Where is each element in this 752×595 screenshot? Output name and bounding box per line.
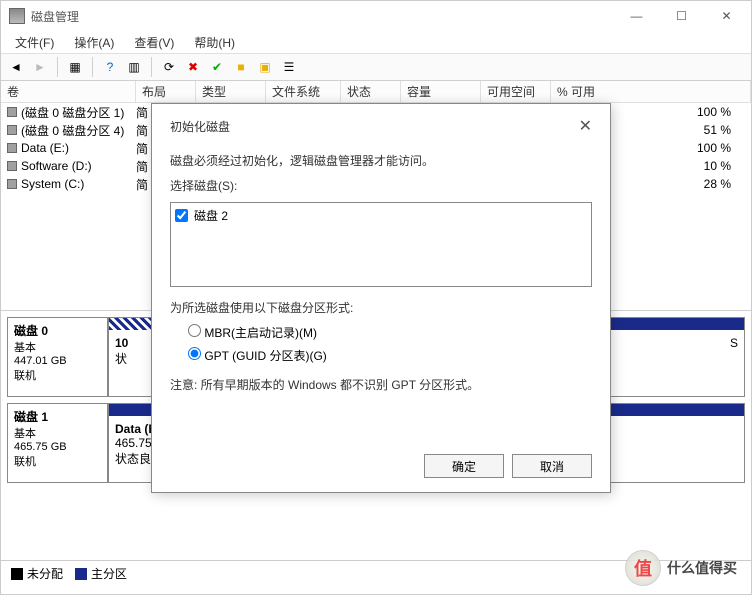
select-disk-label: 选择磁盘(S): [170,177,592,194]
close-button[interactable]: ✕ [704,1,749,31]
maximize-button[interactable]: ☐ [659,1,704,31]
dialog-message: 磁盘必须经过初始化，逻辑磁盘管理器才能访问。 [170,152,592,169]
col-fs[interactable]: 文件系统 [266,81,341,102]
disk-item-label: 磁盘 2 [194,207,228,224]
col-capacity[interactable]: 容量 [401,81,481,102]
mbr-radio-label[interactable]: MBR(主启动记录)(M) [188,324,592,341]
window-title: 磁盘管理 [31,8,614,25]
dialog-title: 初始化磁盘 [170,118,230,135]
col-type[interactable]: 类型 [196,81,266,102]
back-icon[interactable]: ◄ [5,56,27,78]
ok-button[interactable]: 确定 [424,454,504,478]
folder-icon[interactable]: ■ [230,56,252,78]
col-volume[interactable]: 卷 [1,81,136,102]
volume-list-header: 卷 布局 类型 文件系统 状态 容量 可用空间 % 可用 [1,81,751,103]
refresh-icon[interactable]: ⟳ [158,56,180,78]
watermark: 值 什么值得买 [625,548,745,588]
col-layout[interactable]: 布局 [136,81,196,102]
disk-listbox[interactable]: 磁盘 2 [170,202,592,287]
titlebar: 磁盘管理 — ☐ ✕ [1,1,751,31]
legend-unalloc-icon [11,568,23,580]
view-icon[interactable]: ▦ [64,56,86,78]
dialog-close-icon[interactable]: ✕ [579,116,592,136]
dialog-note: 注意: 所有早期版本的 Windows 都不识别 GPT 分区形式。 [170,376,592,393]
col-status[interactable]: 状态 [341,81,401,102]
legend-primary-icon [75,568,87,580]
partition-style-label: 为所选磁盘使用以下磁盘分区形式: [170,299,592,316]
disk-checkbox[interactable] [175,209,188,222]
help-icon[interactable]: ? [99,56,121,78]
initialize-disk-dialog: 初始化磁盘 ✕ 磁盘必须经过初始化，逻辑磁盘管理器才能访问。 选择磁盘(S): … [151,103,611,493]
mbr-radio[interactable] [188,324,201,337]
menu-action[interactable]: 操作(A) [66,32,122,53]
gpt-radio[interactable] [188,347,201,360]
watermark-text: 什么值得买 [667,558,737,578]
window-controls: — ☐ ✕ [614,1,749,31]
app-icon [9,8,25,24]
disk-label[interactable]: 磁盘 0基本447.01 GB联机 [8,318,108,396]
forward-icon[interactable]: ► [29,56,51,78]
delete-icon[interactable]: ✖ [182,56,204,78]
check-icon[interactable]: ✔ [206,56,228,78]
list-icon[interactable]: ☰ [278,56,300,78]
disk-label[interactable]: 磁盘 1基本465.75 GB联机 [8,404,108,482]
watermark-icon: 值 [625,550,661,586]
gpt-radio-label[interactable]: GPT (GUID 分区表)(G) [188,347,592,364]
toolbar: ◄ ► ▦ ? ▥ ⟳ ✖ ✔ ■ ▣ ☰ [1,53,751,81]
menu-help[interactable]: 帮助(H) [186,32,243,53]
disk-item[interactable]: 磁盘 2 [175,207,587,224]
legend-unalloc-label: 未分配 [27,567,63,581]
col-free[interactable]: 可用空间 [481,81,551,102]
col-pct[interactable]: % 可用 [551,81,751,102]
menu-file[interactable]: 文件(F) [7,32,62,53]
layout-icon[interactable]: ▥ [123,56,145,78]
menu-view[interactable]: 查看(V) [126,32,182,53]
folder2-icon[interactable]: ▣ [254,56,276,78]
menubar: 文件(F) 操作(A) 查看(V) 帮助(H) [1,31,751,53]
minimize-button[interactable]: — [614,1,659,31]
cancel-button[interactable]: 取消 [512,454,592,478]
legend-primary-label: 主分区 [91,567,127,581]
